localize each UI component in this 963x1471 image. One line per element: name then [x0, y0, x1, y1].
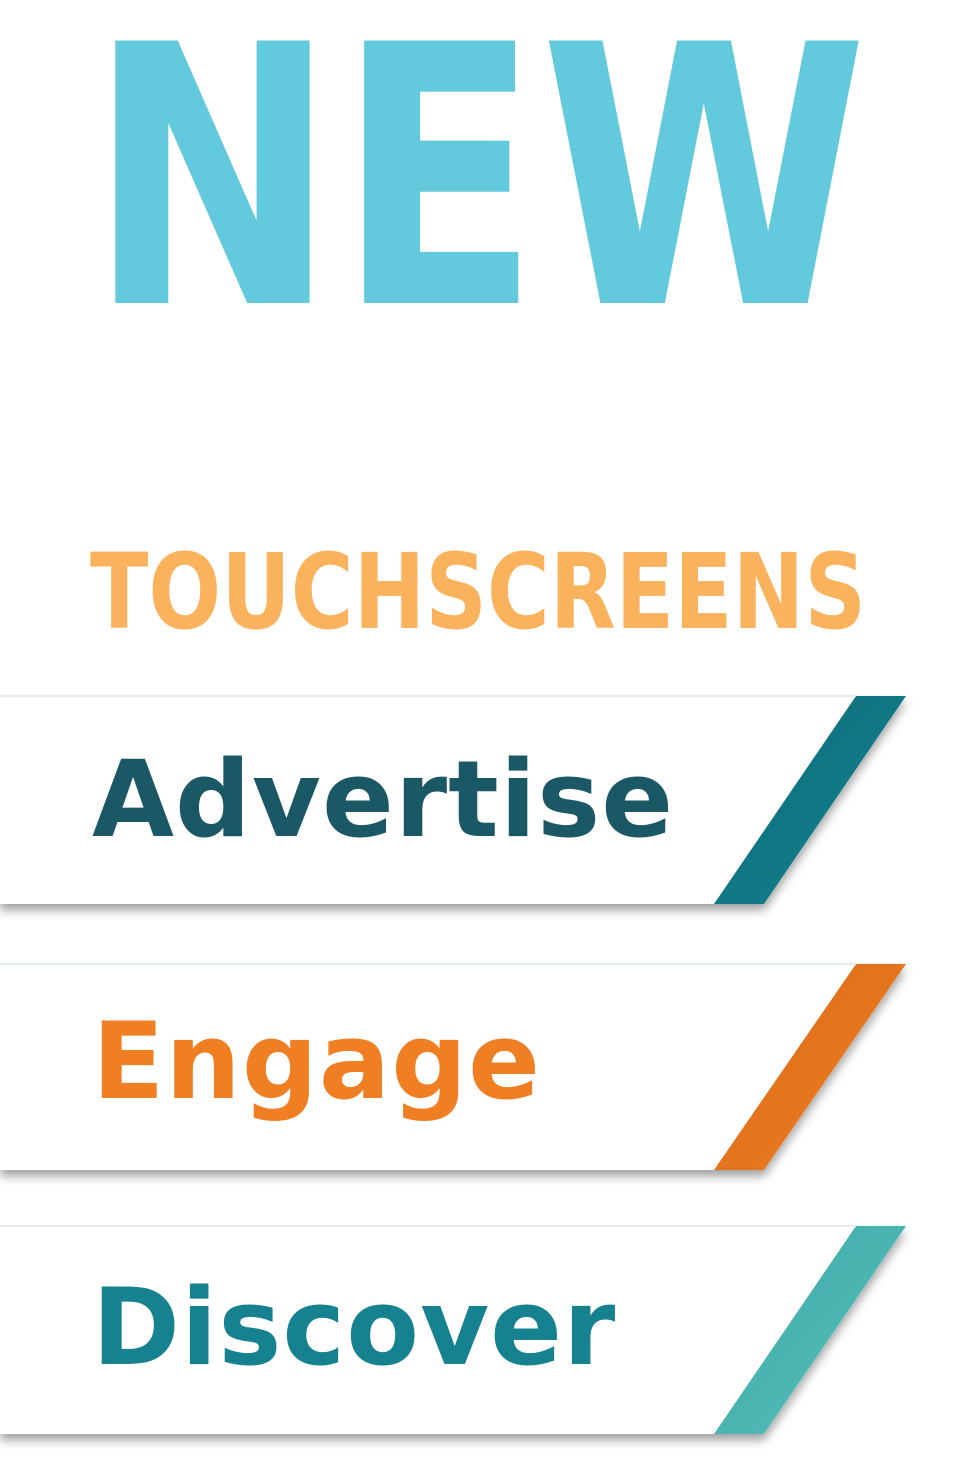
banner-discover: Discover: [0, 1224, 920, 1449]
subhead: TOUCHSCREENS: [90, 545, 890, 645]
banner-engage: Engage: [0, 962, 920, 1187]
subhead-text: TOUCHSCREENS: [90, 545, 866, 645]
headline: NEW: [0, 6, 963, 326]
banner-label-engage: Engage: [92, 1000, 542, 1123]
banner-label-advertise: Advertise: [92, 738, 675, 861]
banner-advertise: Advertise: [0, 694, 920, 919]
banner-label-discover: Discover: [92, 1266, 617, 1389]
headline-text: NEW: [88, 6, 868, 326]
